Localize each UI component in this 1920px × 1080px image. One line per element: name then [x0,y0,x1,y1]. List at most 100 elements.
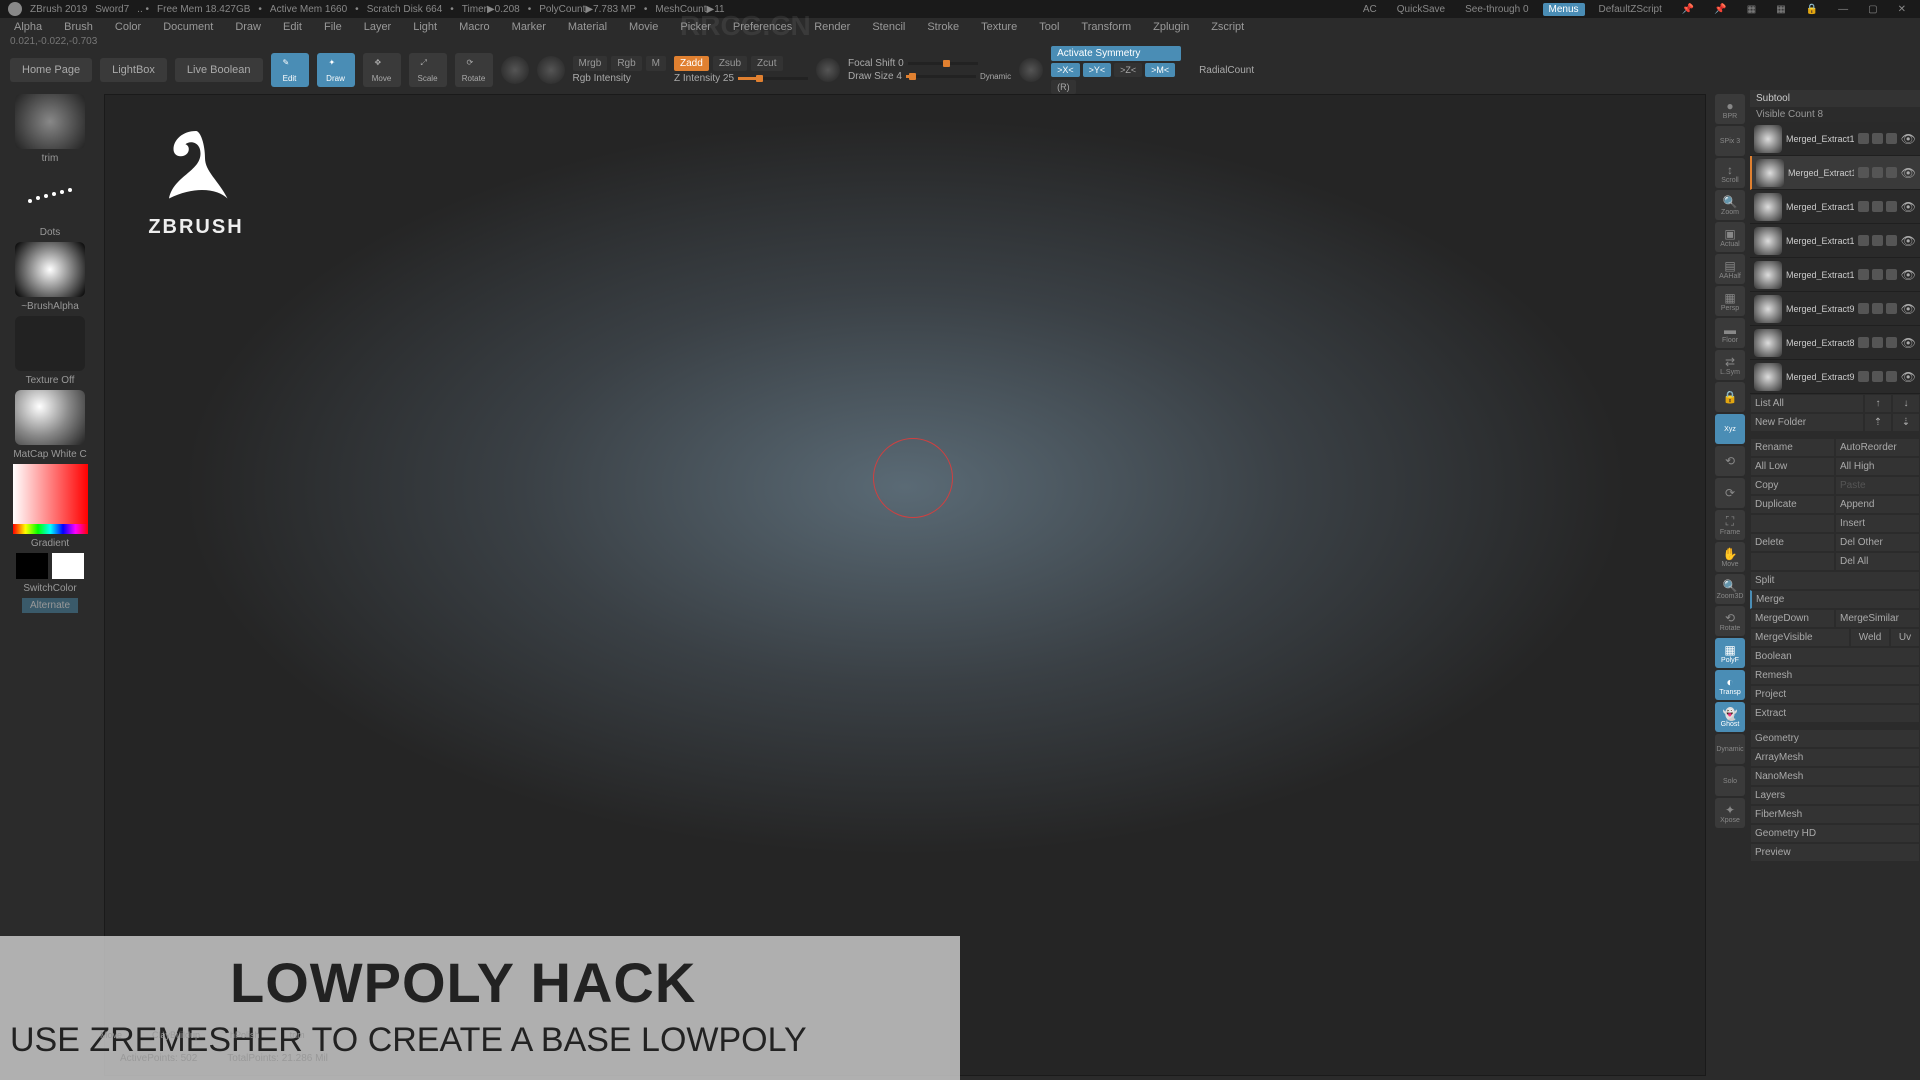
split-section[interactable]: Split [1750,571,1920,590]
stroke-swatch[interactable] [15,168,85,223]
weld-button[interactable]: Weld [1850,628,1890,647]
alllow-button[interactable]: All Low [1750,457,1835,476]
geometry-section[interactable]: Geometry [1750,729,1920,748]
xpose-button[interactable]: ✦Xpose [1715,798,1745,828]
eye-icon[interactable]: 👁 [1901,370,1916,384]
radial-count-label[interactable]: RadialCount [1199,65,1254,76]
rename-button[interactable]: Rename [1750,438,1835,457]
actual-button[interactable]: ▣Actual [1715,222,1745,252]
zcut-button[interactable]: Zcut [751,56,782,71]
subtool-item[interactable]: Merged_Extract9_2👁 [1750,360,1920,394]
rotate3d-button[interactable]: ⟲Rotate [1715,606,1745,636]
dynamic-label[interactable]: Dynamic [980,72,1011,81]
delall-button[interactable]: Del All [1835,552,1920,571]
subtool-item[interactable]: Merged_Extract9👁 [1750,292,1920,326]
subtool-item[interactable]: Merged_Extract11_03👁 [1750,258,1920,292]
arrow-up-icon[interactable]: ↑ [1864,394,1892,413]
preview-section[interactable]: Preview [1750,843,1920,862]
quicksave-button[interactable]: QuickSave [1391,4,1451,15]
menu-brush[interactable]: Brush [54,21,103,33]
sym-x-button[interactable]: >X< [1051,63,1080,77]
focal-shift-label[interactable]: Focal Shift 0 [848,58,904,69]
dynamic-button[interactable]: Dynamic [1715,734,1745,764]
solo-button[interactable]: Solo [1715,766,1745,796]
layers-section[interactable]: Layers [1750,786,1920,805]
rgb-button[interactable]: Rgb [611,56,641,71]
z-intensity-slider[interactable] [738,77,808,80]
menu-tool[interactable]: Tool [1029,21,1069,33]
sym-y-button[interactable]: >Y< [1083,63,1112,77]
boolean-section[interactable]: Boolean [1750,647,1920,666]
window-icon[interactable]: ▦ [1741,4,1762,15]
sphere-icon[interactable] [816,58,840,82]
fibermesh-section[interactable]: FiberMesh [1750,805,1920,824]
layout-icon[interactable]: ▦ [1770,4,1791,15]
extract-section[interactable]: Extract [1750,704,1920,723]
alpha-swatch[interactable] [15,242,85,297]
subtool-item[interactable]: Merged_Extract11_02👁 [1750,224,1920,258]
remesh-section[interactable]: Remesh [1750,666,1920,685]
zadd-button[interactable]: Zadd [674,56,709,71]
brush-swatch[interactable] [15,94,85,149]
arrow-down-icon[interactable]: ↓ [1892,394,1920,413]
eye-icon[interactable]: 👁 [1901,302,1916,316]
eye-icon[interactable]: 👁 [1901,200,1916,214]
aahalf-button[interactable]: ▤AAHalf [1715,254,1745,284]
sym-m-button[interactable]: >M< [1145,63,1175,77]
menu-file[interactable]: File [314,21,352,33]
subtool-item[interactable]: Merged_Extract8👁 [1750,326,1920,360]
default-zscript[interactable]: DefaultZScript [1593,4,1668,15]
material-swatch[interactable] [15,390,85,445]
eye-icon[interactable]: 👁 [1901,132,1916,146]
subtool-item[interactable]: Merged_Extract11_04👁 [1750,156,1920,190]
menu-preferences[interactable]: Preferences [723,21,802,33]
draw-mode-button[interactable]: ✦Draw [317,53,355,87]
arraymesh-section[interactable]: ArrayMesh [1750,748,1920,767]
geometryhd-section[interactable]: Geometry HD [1750,824,1920,843]
zsub-button[interactable]: Zsub [713,56,747,71]
copy-button[interactable]: Copy [1750,476,1835,495]
nanomesh-section[interactable]: NanoMesh [1750,767,1920,786]
activate-symmetry-button[interactable]: Activate Symmetry [1051,46,1181,61]
frame-button[interactable]: ⛶Frame [1715,510,1745,540]
brush-sc-claybuildup[interactable]: ClayBuildup [152,1030,200,1040]
lightbox-button[interactable]: LightBox [100,58,167,82]
mergedown-button[interactable]: MergeDown [1750,609,1835,628]
spix-button[interactable]: SPix 3 [1715,126,1745,156]
zoom-button[interactable]: 🔍Zoom [1715,190,1745,220]
transp-button[interactable]: ◐Transp [1715,670,1745,700]
eye-icon[interactable]: 👁 [1901,234,1916,248]
delete-button[interactable]: Delete [1750,533,1835,552]
menu-transform[interactable]: Transform [1071,21,1141,33]
home-page-button[interactable]: Home Page [10,58,92,82]
close-icon[interactable]: ✕ [1892,4,1912,15]
mergesimilar-button[interactable]: MergeSimilar [1835,609,1920,628]
move-up-icon[interactable]: ⇡ [1864,413,1892,432]
mergevisible-button[interactable]: MergeVisible [1750,628,1850,647]
rotate-mode-button[interactable]: ⟳Rotate [455,53,493,87]
color-picker[interactable] [13,464,88,534]
list-all-button[interactable]: List All [1750,394,1864,413]
z-intensity-label[interactable]: Z Intensity 25 [674,73,734,84]
menu-marker[interactable]: Marker [502,21,556,33]
menu-light[interactable]: Light [403,21,447,33]
scroll-button[interactable]: ↕Scroll [1715,158,1745,188]
ghost-button[interactable]: 👻Ghost [1715,702,1745,732]
texture-swatch[interactable] [15,316,85,371]
eye-icon[interactable]: 👁 [1901,268,1916,282]
gizmo-icon[interactable] [537,56,565,84]
project-section[interactable]: Project [1750,685,1920,704]
menu-render[interactable]: Render [804,21,860,33]
viewport[interactable] [104,94,1706,1076]
menu-macro[interactable]: Macro [449,21,500,33]
seethrough-slider[interactable]: See-through 0 [1459,4,1534,15]
autoreorder-button[interactable]: AutoReorder [1835,438,1920,457]
sculptris-icon[interactable] [501,56,529,84]
lsym-button[interactable]: ⇄L.Sym [1715,350,1745,380]
alternate-button[interactable]: Alternate [22,598,78,613]
menu-draw[interactable]: Draw [225,21,271,33]
color-swatches[interactable] [16,553,84,579]
delother-button[interactable]: Del Other [1835,533,1920,552]
menus-button[interactable]: Menus [1543,3,1585,16]
menu-alpha[interactable]: Alpha [4,21,52,33]
